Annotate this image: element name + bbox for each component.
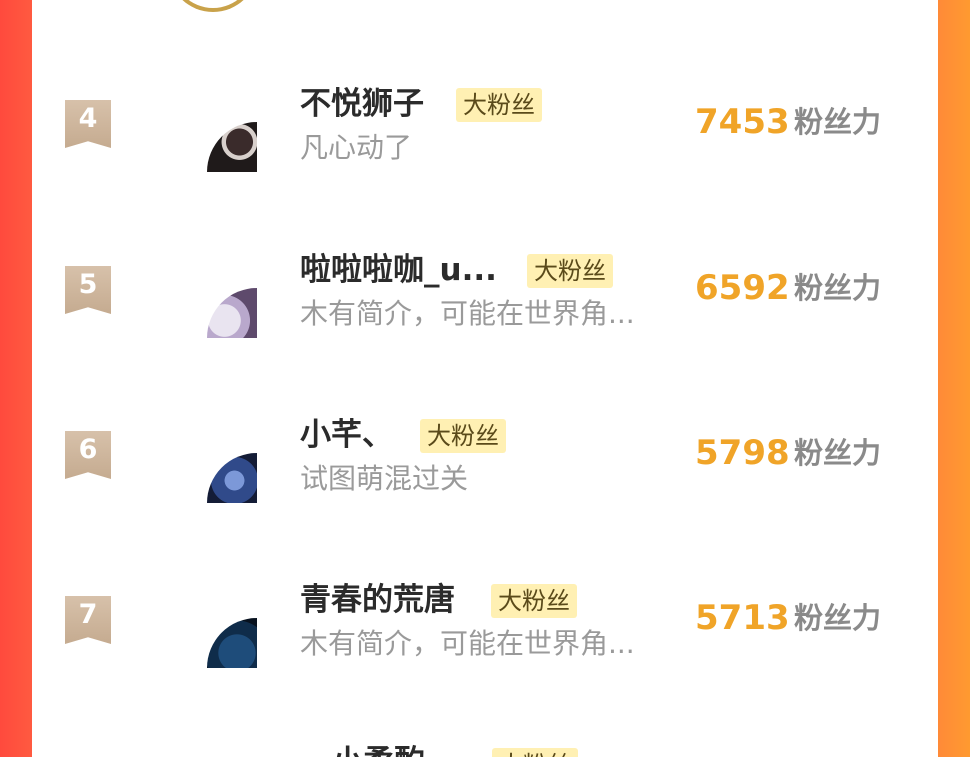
fan-power-unit: 粉丝力 [794,601,882,635]
fan-power-score: 6592 [695,268,790,308]
list-item[interactable]: 小柔酌 大粉丝 [32,728,938,757]
user-name[interactable]: 小柔酌 [332,740,425,757]
fan-power-score: 5798 [695,433,790,473]
fan-level-badge: 大粉丝 [420,419,506,453]
avatar[interactable] [207,453,257,503]
avatar[interactable] [207,122,257,172]
user-name[interactable]: 小芊、 [300,413,393,457]
rank-badge: 5 [65,266,111,314]
fan-level-badge: 大粉丝 [492,748,578,757]
avatar[interactable] [207,618,257,668]
user-name[interactable]: 啦啦啦咖_u... [300,248,497,292]
user-bio: 木有简介，可能在世界角... [300,297,635,330]
user-bio: 试图萌混过关 [300,462,469,495]
rank-badge: 4 [65,100,111,148]
fan-level-badge: 大粉丝 [456,88,542,122]
fan-power-unit: 粉丝力 [794,436,882,470]
fan-power-unit: 粉丝力 [794,271,882,305]
rank-badge: 6 [65,431,111,479]
list-item[interactable]: 5 啦啦啦咖_u... 大粉丝 木有简介，可能在世界角... 6592 粉丝力 [32,226,938,386]
list-item[interactable]: 6 小芊、 大粉丝 试图萌混过关 5798 粉丝力 [32,391,938,551]
user-bio: 木有简介，可能在世界角... [300,627,635,660]
list-item[interactable]: 4 不悦狮子 大粉丝 凡心动了 7453 粉丝力 [32,60,938,220]
list-item[interactable]: 7 青春的荒唐 大粉丝 木有简介，可能在世界角... 5713 粉丝力 [32,556,938,716]
fan-level-badge: 大粉丝 [527,254,613,288]
rank-badge: 7 [65,596,111,644]
user-bio: 凡心动了 [300,131,413,164]
avatar[interactable] [168,0,258,12]
fan-level-badge: 大粉丝 [491,584,577,618]
fan-ranking-list: 4 不悦狮子 大粉丝 凡心动了 7453 粉丝力 5 啦啦啦咖_u... 大粉丝… [32,0,938,757]
avatar[interactable] [207,288,257,338]
fan-power-score: 7453 [695,102,790,142]
fan-power-unit: 粉丝力 [794,105,882,139]
fan-power-score: 5713 [695,598,790,638]
user-name[interactable]: 不悦狮子 [300,82,424,126]
user-name[interactable]: 青春的荒唐 [300,578,455,622]
